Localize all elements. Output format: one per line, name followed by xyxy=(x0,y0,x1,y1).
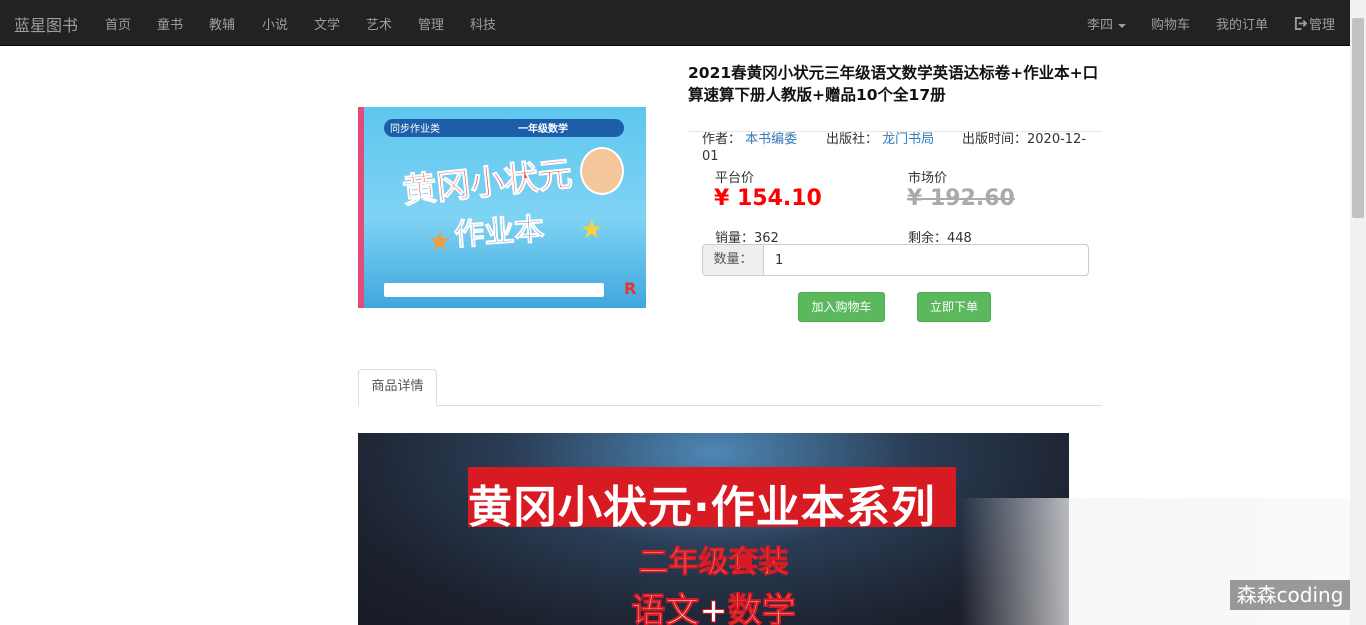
brand-logo[interactable]: 蓝星图书 xyxy=(14,12,78,36)
product-title: 2021春黄冈小状元三年级语文数学英语达标卷+作业本+口算速算下册人教版+赠品1… xyxy=(688,64,1099,104)
nav-cart-link[interactable]: 购物车 xyxy=(1151,14,1190,33)
tabs-baseline xyxy=(358,405,1102,406)
nav-item-textbooks[interactable]: 教辅 xyxy=(209,14,235,33)
nav-item-technology[interactable]: 科技 xyxy=(470,14,496,33)
cover-grade-badge: 一年级数学 xyxy=(518,124,568,135)
pubdate-label: 出版时间： xyxy=(962,132,1028,147)
nav-admin-link[interactable]: 管理 xyxy=(1294,14,1335,33)
cover-edition-mark: R xyxy=(624,279,637,298)
nav-orders-link[interactable]: 我的订单 xyxy=(1216,14,1268,33)
nav-item-management[interactable]: 管理 xyxy=(418,14,444,33)
cover-spine xyxy=(358,107,364,308)
tab-product-details[interactable]: 商品详情 xyxy=(358,369,437,406)
cover-series-label: 同步作业类 xyxy=(390,124,440,135)
nav-item-children-books[interactable]: 童书 xyxy=(157,14,183,33)
banner-headline: 黄冈小状元·作业本系列 xyxy=(468,482,936,533)
publisher-label: 出版社： xyxy=(826,132,879,147)
user-menu[interactable]: 李四 xyxy=(1087,14,1127,33)
add-to-cart-button[interactable]: 加入购物车 xyxy=(798,292,885,322)
scrollbar-thumb[interactable] xyxy=(1352,18,1364,218)
buy-now-button[interactable]: 立即下单 xyxy=(917,292,991,322)
nav-item-art[interactable]: 艺术 xyxy=(366,14,392,33)
cover-title-line1: 黄冈小状元 xyxy=(400,154,574,213)
star-icon: ★ xyxy=(580,215,604,245)
page-scrollbar[interactable] xyxy=(1350,0,1366,625)
market-price-label: 市场价 xyxy=(908,171,948,186)
quantity-label: 数量： xyxy=(703,245,764,275)
cover-title-line2: 作业本 xyxy=(453,211,546,254)
nav-item-home[interactable]: 首页 xyxy=(105,14,131,33)
author-link[interactable]: 本书编委 xyxy=(745,132,797,147)
platform-price: ¥ 154.10 xyxy=(714,186,822,211)
quantity-input-group: 数量： xyxy=(702,244,1089,276)
author-label: 作者： xyxy=(702,132,742,147)
user-name: 李四 xyxy=(1087,18,1114,33)
star-icon: ★ xyxy=(428,227,452,257)
watermark-label: 森森coding xyxy=(1230,580,1350,610)
platform-price-label: 平台价 xyxy=(715,171,755,186)
admin-label: 管理 xyxy=(1309,18,1336,33)
quantity-input[interactable] xyxy=(764,245,1084,275)
cover-mascot-image xyxy=(580,147,624,195)
author-info: 作者： 本书编委 xyxy=(702,131,814,148)
top-navbar: 蓝星图书 首页 童书 教辅 小说 文学 艺术 管理 科技 李四 购物车 我的订单… xyxy=(0,0,1350,46)
nav-item-literature[interactable]: 文学 xyxy=(314,14,340,33)
publisher-link[interactable]: 龙门书局 xyxy=(882,132,934,147)
pubdate-value-line2: 01 xyxy=(702,149,719,164)
caret-down-icon xyxy=(1118,23,1127,28)
cover-name-strip xyxy=(384,283,604,297)
product-cover-image: 一年级数学 同步作业类 黄冈小状元 作业本 ★ ★ R xyxy=(358,107,646,308)
publisher-info: 出版社： 龙门书局 xyxy=(826,131,956,148)
nav-item-novels[interactable]: 小说 xyxy=(262,14,288,33)
pubdate-value-line1: 2020-12- xyxy=(1027,132,1087,147)
market-price: ¥ 192.60 xyxy=(907,186,1015,211)
logout-icon xyxy=(1294,17,1307,30)
